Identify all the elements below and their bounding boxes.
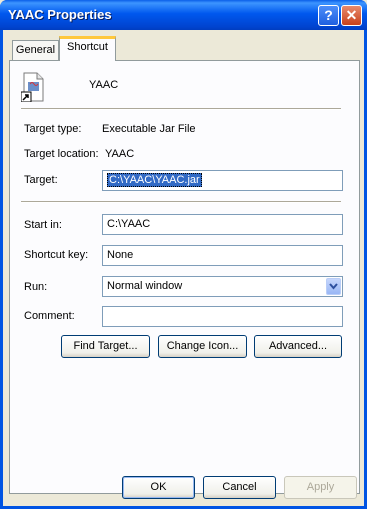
target-location-label: Target location: (24, 148, 99, 160)
close-icon: ✕ (345, 7, 358, 23)
start-in-value: C:\YAAC (107, 218, 151, 230)
ok-button[interactable]: OK (122, 476, 195, 499)
run-label: Run: (24, 281, 48, 293)
comment-label: Comment: (24, 310, 75, 322)
dialog-body: General Shortcut YAAC Target type: Execu… (3, 30, 364, 506)
change-icon-button[interactable]: Change Icon... (158, 335, 247, 358)
shortcut-key-value: None (107, 249, 134, 261)
jar-file-icon (21, 72, 44, 102)
target-location-value: YAAC (105, 148, 135, 160)
cancel-button[interactable]: Cancel (203, 476, 276, 499)
start-in-label: Start in: (24, 219, 62, 231)
shortcut-key-input[interactable]: None (102, 245, 343, 266)
window-title: YAAC Properties (8, 7, 112, 22)
target-value: C:\YAAC\YAAC.jar (107, 173, 202, 187)
target-input[interactable]: C:\YAAC\YAAC.jar (102, 170, 343, 191)
target-type-label: Target type: (24, 123, 82, 135)
shortcut-name: YAAC (89, 79, 119, 91)
tab-general[interactable]: General (12, 40, 59, 60)
start-in-input[interactable]: C:\YAAC (102, 214, 343, 235)
comment-input[interactable] (102, 306, 343, 327)
close-button[interactable]: ✕ (341, 5, 362, 26)
help-button[interactable]: ? (318, 5, 339, 26)
apply-button[interactable]: Apply (284, 476, 357, 499)
divider (21, 201, 341, 203)
title-bar[interactable]: YAAC Properties ? ✕ (0, 0, 367, 30)
divider (21, 108, 341, 110)
chevron-down-icon (329, 283, 338, 290)
find-target-button[interactable]: Find Target... (61, 335, 150, 358)
help-icon: ? (324, 7, 333, 23)
shortcut-key-label: Shortcut key: (24, 249, 89, 261)
properties-window: YAAC Properties ? ✕ General Shortcut YAA… (0, 0, 367, 509)
target-type-value: Executable Jar File (102, 123, 196, 135)
run-value: Normal window (107, 280, 183, 292)
run-select[interactable]: Normal window (102, 276, 343, 297)
dropdown-button[interactable] (326, 278, 341, 295)
tab-shortcut[interactable]: Shortcut (59, 36, 116, 61)
advanced-button[interactable]: Advanced... (254, 335, 342, 358)
target-label: Target: (24, 174, 58, 186)
